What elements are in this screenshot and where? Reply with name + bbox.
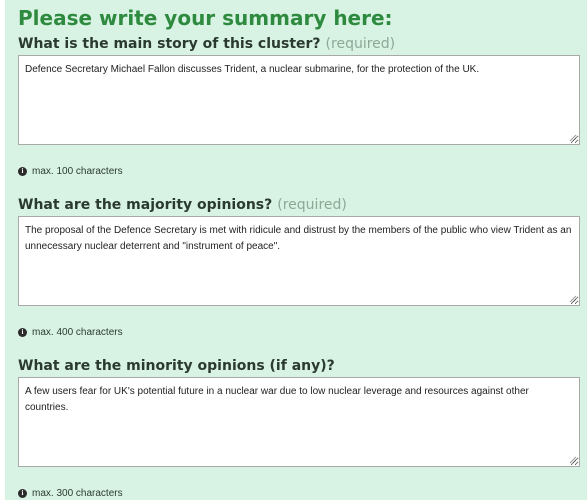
majority-opinions-text: The proposal of the Defence Secretary is… [25,225,572,252]
info-icon: i [18,488,27,498]
main-story-text: Defence Secretary Michael Fallon discuss… [25,64,480,75]
question-minority-opinions-label: What are the minority opinions (if any)? [18,357,335,375]
question-label-text: What is the main story of this cluster? [18,36,321,52]
required-tag: (required) [277,197,347,213]
main-story-textarea[interactable]: Defence Secretary Michael Fallon discuss… [18,55,580,145]
info-icon: i [18,327,27,337]
question-majority-opinions-label: What are the majority opinions? (required… [18,196,347,214]
required-tag: (required) [325,36,396,52]
resize-grip-icon[interactable] [569,295,577,303]
resize-grip-icon[interactable] [569,134,577,142]
majority-opinions-hint: i max. 400 characters [18,325,123,339]
question-label-text: What are the minority opinions (if any)? [18,358,335,374]
majority-opinions-textarea[interactable]: The proposal of the Defence Secretary is… [18,216,580,306]
question-label-text: What are the majority opinions? [18,197,273,213]
minority-opinions-hint: i max. 300 characters [18,486,123,500]
question-main-story-label: What is the main story of this cluster?(… [18,35,395,53]
minority-opinions-textarea[interactable]: A few users fear for UK's potential futu… [18,377,580,467]
hint-text: max. 400 characters [32,326,123,338]
minority-opinions-text: A few users fear for UK's potential futu… [25,386,529,413]
hint-text: max. 100 characters [32,165,123,177]
summary-form: Please write your summary here: What is … [5,0,587,500]
resize-grip-icon[interactable] [569,456,577,464]
main-story-hint: i max. 100 characters [18,164,123,178]
form-title: Please write your summary here: [18,6,393,30]
hint-text: max. 300 characters [32,487,123,499]
info-icon: i [18,166,27,176]
